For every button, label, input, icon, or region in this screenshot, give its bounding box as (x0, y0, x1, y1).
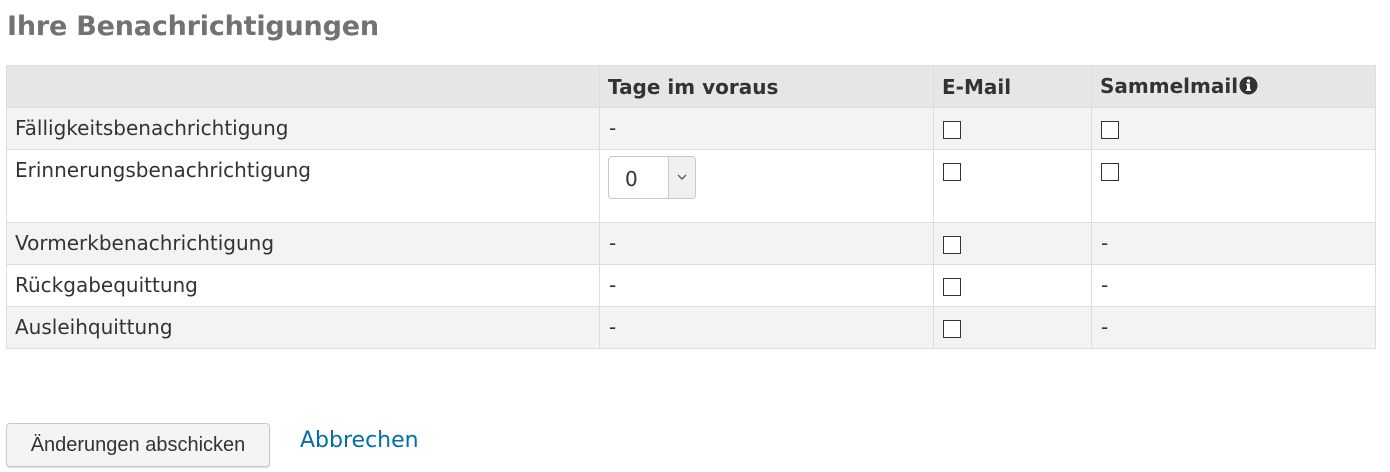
days-value: - (599, 222, 934, 265)
digest-cell: - (1091, 222, 1376, 265)
table-header-row: Tage im voraus E-Mail Sammelmail (6, 65, 1376, 108)
email-cell (933, 264, 1092, 307)
column-header-digest: Sammelmail (1091, 65, 1376, 108)
digest-cell (1091, 149, 1376, 223)
email-cell (933, 222, 1092, 265)
email-checkbox[interactable] (943, 121, 961, 139)
digest-cell: - (1091, 264, 1376, 307)
email-cell (933, 306, 1092, 349)
days-value: - (599, 107, 934, 150)
chevron-down-icon[interactable] (668, 157, 695, 198)
days-value: - (599, 306, 934, 349)
days-dash: - (609, 273, 617, 297)
digest-cell: - (1091, 306, 1376, 349)
notifications-table: Tage im voraus E-Mail Sammelmail Fälligk… (6, 65, 1376, 349)
table-row: Rückgabequittung - - (6, 264, 1376, 307)
digest-dash: - (1101, 315, 1109, 339)
page-title: Ihre Benachrichtigungen (7, 11, 379, 42)
days-dash: - (609, 116, 617, 140)
digest-checkbox[interactable] (1101, 121, 1119, 139)
digest-cell (1091, 107, 1376, 150)
email-checkbox[interactable] (943, 163, 961, 181)
days-cell: 0 (599, 149, 934, 223)
notification-name: Fälligkeitsbenachrichtigung (6, 107, 600, 150)
table-row: Erinnerungsbenachrichtigung 0 (6, 149, 1376, 223)
cancel-link[interactable]: Abbrechen (300, 428, 419, 453)
email-cell (933, 107, 1092, 150)
table-row: Fälligkeitsbenachrichtigung - (6, 107, 1376, 150)
info-circle-icon[interactable] (1239, 76, 1258, 100)
email-cell (933, 149, 1092, 223)
notification-name: Rückgabequittung (6, 264, 600, 307)
column-header-days: Tage im voraus (599, 65, 934, 108)
notification-name: Ausleihquittung (6, 306, 600, 349)
table-row: Vormerkbenachrichtigung - - (6, 222, 1376, 265)
days-dash: - (609, 315, 617, 339)
days-select-value: 0 (625, 167, 638, 191)
notification-name: Vormerkbenachrichtigung (6, 222, 600, 265)
days-dash: - (609, 231, 617, 255)
email-checkbox[interactable] (943, 278, 961, 296)
digest-dash: - (1101, 273, 1109, 297)
notification-name: Erinnerungsbenachrichtigung (6, 149, 600, 223)
table-row: Ausleihquittung - - (6, 306, 1376, 349)
days-in-advance-select[interactable]: 0 (608, 156, 696, 199)
days-value: - (599, 264, 934, 307)
column-header-email: E-Mail (933, 65, 1092, 108)
submit-changes-button[interactable]: Änderungen abschicken (6, 423, 270, 467)
email-checkbox[interactable] (943, 320, 961, 338)
email-checkbox[interactable] (943, 236, 961, 254)
digest-checkbox[interactable] (1101, 163, 1119, 181)
column-header-name (6, 65, 600, 108)
digest-dash: - (1101, 231, 1109, 255)
digest-header-label: Sammelmail (1100, 73, 1239, 98)
